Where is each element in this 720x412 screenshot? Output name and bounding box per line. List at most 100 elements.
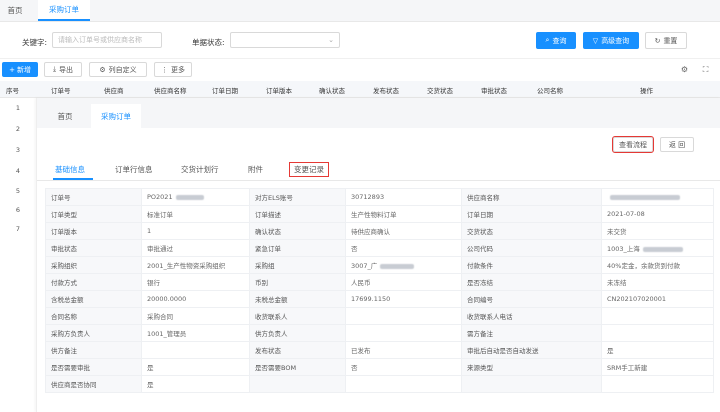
detail-row: 供应商是否协同是 (45, 375, 714, 393)
field-value: 20000.0000 (141, 290, 250, 308)
view-flow-button[interactable]: 查看流程 (612, 136, 654, 153)
field-value: 未冻结 (601, 273, 714, 291)
filter-icon: ▽ (592, 36, 599, 45)
top-tab-bar: 首页 采购订单 (0, 0, 720, 22)
field-label: 供应商是否协同 (45, 375, 142, 393)
settings-icon[interactable]: ⚙ (678, 63, 691, 76)
field-label: 供方备注 (45, 341, 142, 359)
tab-delivery-plan[interactable]: 交货计划行 (181, 164, 219, 175)
tab-change-records[interactable]: 变更记录 (289, 162, 329, 177)
field-value: 1001_管理员 (141, 324, 250, 342)
detail-row: 含税总金额 20000.0000 未税总金额 17699.1150 合同编号 CN2021… (45, 290, 714, 308)
row-number: 3 (15, 146, 21, 154)
field-value: 1 (141, 222, 250, 240)
status-select[interactable]: ⌄ (230, 32, 340, 48)
detail-row: 订单号 PO2021 对方ELS账号 30712893 供应商名称 (45, 188, 714, 206)
detail-row: 是否需要审批是是否需要BOM 否来源类型 SRM手工新建 (45, 358, 714, 376)
field-value (601, 375, 714, 393)
field-value: 采购合同 (141, 307, 250, 325)
tab-purchase-order[interactable]: 采购订单 (38, 0, 90, 21)
field-value (601, 307, 714, 325)
export-button[interactable]: ⤓ 导出 (44, 62, 82, 77)
add-button-label: 新增 (16, 65, 31, 74)
more-button[interactable]: ⋮ 更多 (154, 62, 192, 77)
field-value (601, 188, 714, 206)
tab-attachments[interactable]: 附件 (248, 164, 263, 175)
field-value: 已发布 (345, 341, 462, 359)
field-label: 审批状态 (45, 239, 142, 257)
detail-sub-tabs: 基础信息 订单行信息 交货计划行 附件 变更记录 (37, 159, 720, 181)
tab-order-lines[interactable]: 订单行信息 (115, 164, 153, 175)
col-header[interactable]: 交货状态 (427, 85, 453, 95)
field-label: 订单版本 (45, 222, 142, 240)
field-value: 生产性物料订单 (345, 205, 462, 223)
search-icon: ⌕ (545, 36, 550, 44)
advanced-query-label: 高级查询 (601, 36, 630, 45)
detail-row: 采购组织 2001_生产性物资采购组织 采购组 3007_广 付款条件 40%定金，余款货… (45, 256, 714, 274)
tab-home[interactable]: 首页 (0, 0, 30, 21)
add-button[interactable]: + 新增 (2, 62, 38, 77)
col-header: 操作 (640, 87, 653, 95)
field-value: 否 (345, 358, 462, 376)
field-label: 需方备注 (461, 324, 602, 342)
tab-basic-info[interactable]: 基础信息 (55, 164, 85, 175)
field-value (601, 324, 714, 342)
field-label: 对方ELS账号 (249, 188, 346, 206)
panel-tab-bar: 首页 采购订单 (37, 98, 720, 128)
panel-tab-purchase-order[interactable]: 采购订单 (91, 104, 141, 128)
field-label: 是否需要审批 (45, 358, 142, 376)
field-value: 2001_生产性物资采购组织 (141, 256, 250, 274)
col-header[interactable]: 发布状态 (373, 85, 399, 95)
table-toolbar: + 新增 ⤓ 导出 ⚙ 列自定义 ⋮ 更多 ⚙ ⛶ (0, 58, 720, 80)
field-label: 审批后自动是否自动发送 (461, 341, 602, 359)
field-value: 是 (141, 375, 250, 393)
col-header[interactable]: 订单号 (51, 85, 71, 95)
query-button[interactable]: ⌕ 查询 (536, 32, 576, 49)
back-button[interactable]: 返 回 (660, 137, 694, 152)
field-label: 公司代码 (461, 239, 602, 257)
status-label: 单据状态: (192, 38, 225, 47)
row-number: 4 (15, 167, 21, 175)
row-number: 1 (15, 104, 21, 112)
panel-tab-home[interactable]: 首页 (47, 104, 83, 128)
reset-button[interactable]: ↻ 重置 (645, 32, 687, 49)
field-label: 订单日期 (461, 205, 602, 223)
detail-row: 合同名称 采购合同 收货联系人 收货联系人电话 (45, 307, 714, 325)
detail-row: 付款方式 银行 币别 人民币 是否冻结 未冻结 (45, 273, 714, 291)
col-header[interactable]: 公司名称 (537, 85, 563, 95)
field-label: 采购方负责人 (45, 324, 142, 342)
detail-row: 审批状态 审批通过 紧急订单否公司代码 1003_上海 (45, 239, 714, 257)
advanced-query-button[interactable]: ▽ 高级查询 (583, 32, 639, 49)
reset-icon: ↻ (654, 36, 661, 45)
redacted-text (610, 194, 680, 200)
plus-icon: + (9, 65, 15, 74)
field-value: 30712893 (345, 188, 462, 206)
column-custom-button[interactable]: ⚙ 列自定义 (89, 62, 147, 77)
redacted-text (642, 246, 683, 252)
col-header[interactable]: 供应商 (104, 85, 124, 95)
field-value (345, 375, 462, 393)
keyword-input[interactable]: 请输入订单号或供应商名称 (52, 32, 162, 48)
field-label: 确认状态 (249, 222, 346, 240)
table-header: 序号 订单号 供应商 供应商名称 订单日期 订单版本 确认状态 发布状态 交货状… (0, 81, 720, 98)
col-header[interactable]: 供应商名称 (154, 85, 187, 95)
field-value: 人民币 (345, 273, 462, 291)
field-label: 订单类型 (45, 205, 142, 223)
field-value: 40%定金，余款货到付款 (601, 256, 714, 274)
export-button-label: 导出 (59, 65, 74, 74)
field-label: 交货状态 (461, 222, 602, 240)
export-icon: ⤓ (52, 65, 57, 73)
field-value: 17699.1150 (345, 290, 462, 308)
field-label (461, 375, 602, 393)
col-header[interactable]: 订单版本 (266, 85, 292, 95)
field-label: 收货联系人电话 (461, 307, 602, 325)
field-value: 审批通过 (141, 239, 250, 257)
col-header[interactable]: 确认状态 (319, 85, 345, 95)
query-button-label: 查询 (552, 36, 567, 45)
col-header[interactable]: 审批状态 (481, 85, 507, 95)
field-value: 银行 (141, 273, 250, 291)
field-label: 含税总金额 (45, 290, 142, 308)
detail-row: 订单类型 标准订单 订单描述 生产性物料订单 订单日期 2021-07-08 (45, 205, 714, 223)
col-header[interactable]: 订单日期 (212, 85, 238, 95)
fullscreen-icon[interactable]: ⛶ (699, 63, 712, 76)
